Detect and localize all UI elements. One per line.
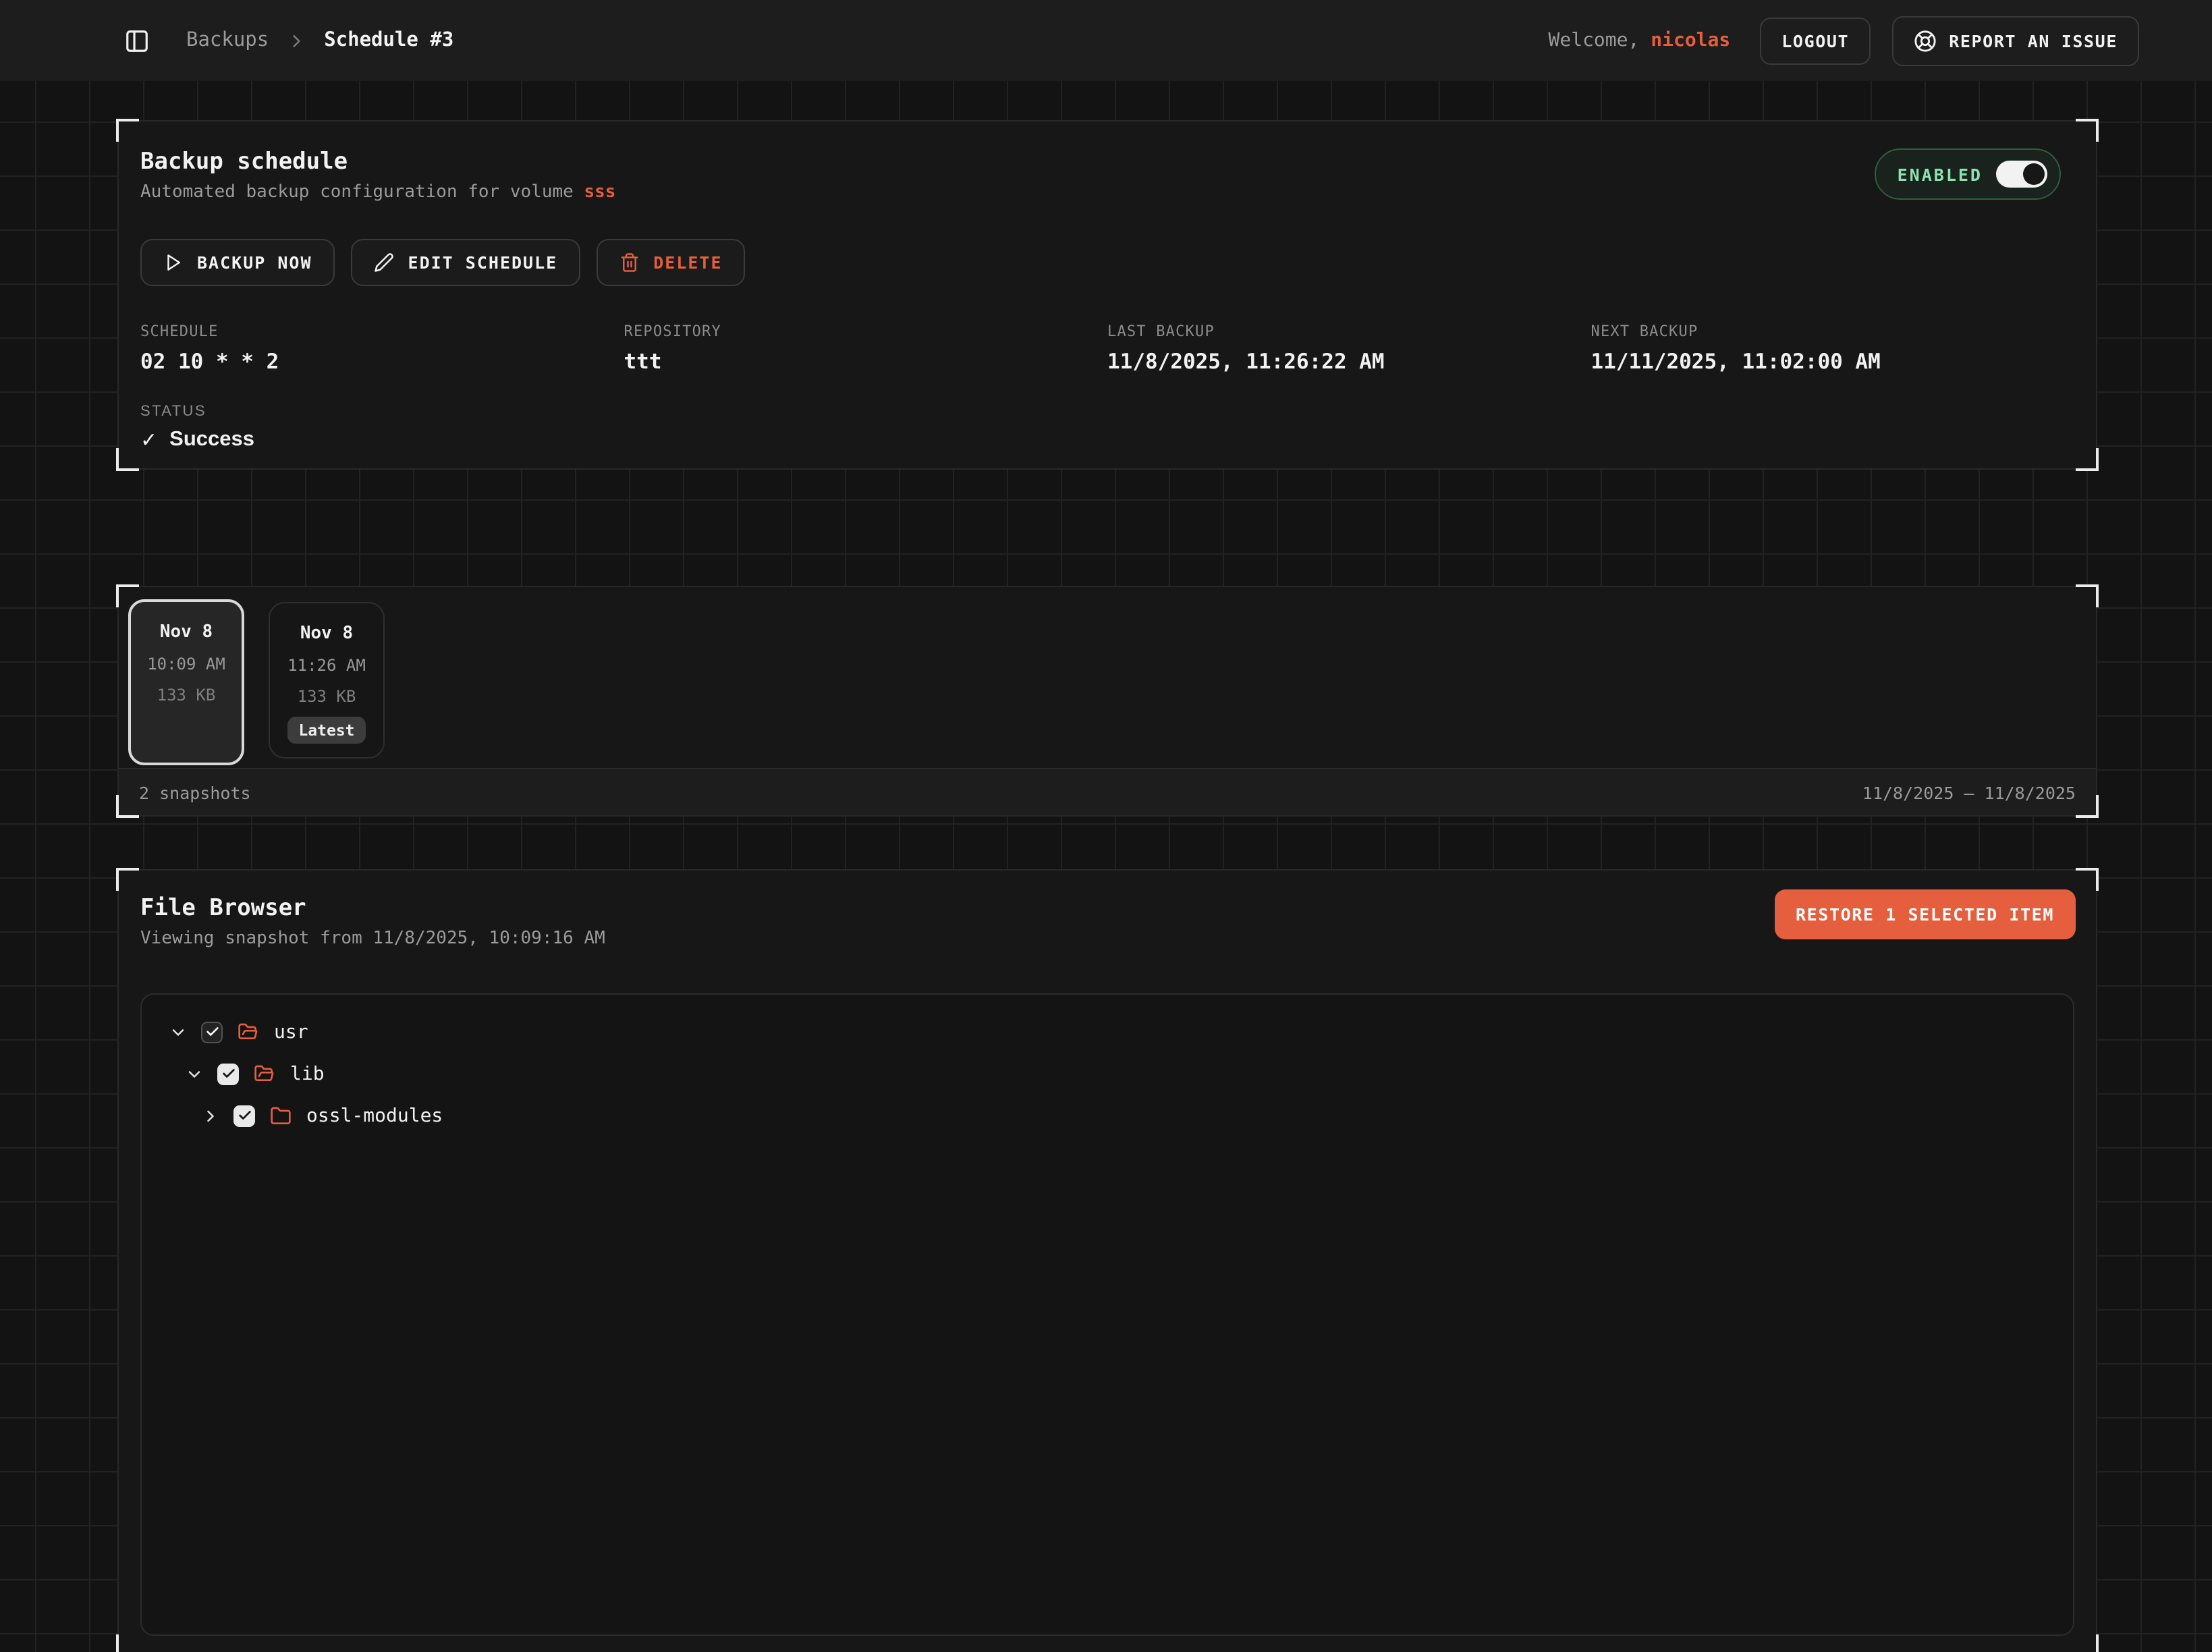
delete-button[interactable]: DELETE	[597, 240, 745, 287]
chevron-down-icon[interactable]	[167, 1022, 188, 1043]
welcome-text: Welcome, nicolas	[1549, 30, 1731, 51]
logout-button[interactable]: LOGOUT	[1760, 17, 1871, 64]
snapshots-footer: 2 snapshots 11/8/2025 – 11/8/2025	[119, 768, 2096, 815]
snapshots-section: Nov 8 10:09 AM 133 KB Nov 8 11:26 AM 133…	[117, 586, 2097, 817]
edit-schedule-button[interactable]: EDIT SCHEDULE	[352, 240, 581, 287]
field-schedule: SCHEDULE 02 10 * * 2	[140, 323, 624, 375]
status-badge: ✓ Success	[140, 429, 2074, 453]
corner-bracket	[116, 1634, 139, 1652]
folder-open-icon	[254, 1064, 275, 1085]
tree-item-usr[interactable]: usr	[155, 1012, 2059, 1053]
checkbox-lib[interactable]	[217, 1064, 239, 1085]
corner-bracket	[2076, 868, 2099, 891]
corner-bracket	[116, 795, 139, 818]
toggle-switch[interactable]	[1996, 161, 2047, 188]
report-issue-button[interactable]: REPORT AN ISSUE	[1892, 16, 2139, 65]
restore-selected-button[interactable]: RESTORE 1 SELECTED ITEM	[1774, 889, 2076, 939]
chevron-down-icon[interactable]	[184, 1064, 204, 1084]
field-last-backup: LAST BACKUP 11/8/2025, 11:26:22 AM	[1107, 323, 1591, 375]
file-browser-subtitle: Viewing snapshot from 11/8/2025, 10:09:1…	[140, 929, 605, 949]
backup-now-button[interactable]: BACKUP NOW	[140, 240, 335, 287]
tree-item-lib[interactable]: lib	[155, 1053, 2059, 1095]
corner-bracket	[2076, 1634, 2099, 1652]
corner-bracket	[116, 119, 139, 142]
corner-bracket	[2076, 119, 2099, 142]
lifebuoy-icon	[1914, 29, 1937, 52]
check-icon: ✓	[140, 429, 157, 453]
pencil-icon	[375, 253, 395, 273]
checkbox-ossl-modules[interactable]	[233, 1105, 255, 1127]
toggle-knob	[2023, 163, 2045, 185]
field-next-backup: NEXT BACKUP 11/11/2025, 11:02:00 AM	[1591, 323, 2075, 375]
checkbox-usr[interactable]	[201, 1022, 223, 1043]
volume-name: sss	[584, 183, 615, 203]
enabled-label: ENABLED	[1898, 164, 1983, 184]
enabled-toggle[interactable]: ENABLED	[1875, 148, 2061, 200]
snapshot-date-range: 11/8/2025 – 11/8/2025	[1862, 782, 2076, 802]
folder-icon	[270, 1105, 292, 1127]
username: nicolas	[1651, 30, 1730, 51]
corner-bracket	[116, 584, 139, 607]
folder-open-icon	[238, 1022, 259, 1043]
breadcrumb-current: Schedule #3	[324, 30, 453, 51]
field-repository: REPOSITORY ttt	[624, 323, 1108, 375]
file-tree: usr lib	[140, 994, 2074, 1636]
tree-item-ossl-modules[interactable]: ossl-modules	[155, 1095, 2059, 1137]
corner-bracket	[2076, 448, 2099, 471]
chevron-right-icon[interactable]	[200, 1106, 220, 1126]
corner-bracket	[2076, 584, 2099, 607]
corner-bracket	[116, 448, 139, 471]
trash-icon	[619, 253, 640, 273]
snapshot-count: 2 snapshots	[139, 782, 251, 802]
breadcrumb-backups-link[interactable]: Backups	[186, 30, 269, 51]
status-block: STATUS ✓ Success	[140, 404, 2074, 453]
file-browser-title: File Browser	[140, 895, 605, 923]
chevron-right-icon	[287, 32, 305, 49]
schedule-fields: SCHEDULE 02 10 * * 2 REPOSITORY ttt LAST…	[140, 323, 2074, 375]
top-bar: Backups Schedule #3 Welcome, nicolas LOG…	[0, 0, 2212, 81]
snapshot-card[interactable]: Nov 8 11:26 AM 133 KB Latest	[269, 602, 385, 759]
main-content: Backup schedule Automated backup configu…	[0, 81, 2212, 1652]
sidebar-toggle-icon[interactable]	[119, 23, 154, 58]
snapshot-card-selected[interactable]: Nov 8 10:09 AM 133 KB	[128, 599, 244, 765]
play-icon	[163, 253, 184, 273]
corner-bracket	[2076, 795, 2099, 818]
latest-badge: Latest	[287, 717, 365, 744]
corner-bracket	[116, 868, 139, 891]
file-browser-card: File Browser Viewing snapshot from 11/8/…	[117, 869, 2097, 1652]
snapshot-strip: Nov 8 10:09 AM 133 KB Nov 8 11:26 AM 133…	[119, 587, 2096, 759]
app-viewport: Backups Schedule #3 Welcome, nicolas LOG…	[0, 0, 2212, 1652]
breadcrumb: Backups Schedule #3	[186, 30, 453, 51]
card-subtitle: Automated backup configuration for volum…	[140, 183, 615, 203]
page-title: Backup schedule	[140, 148, 615, 176]
backup-schedule-card: Backup schedule Automated backup configu…	[117, 120, 2097, 470]
